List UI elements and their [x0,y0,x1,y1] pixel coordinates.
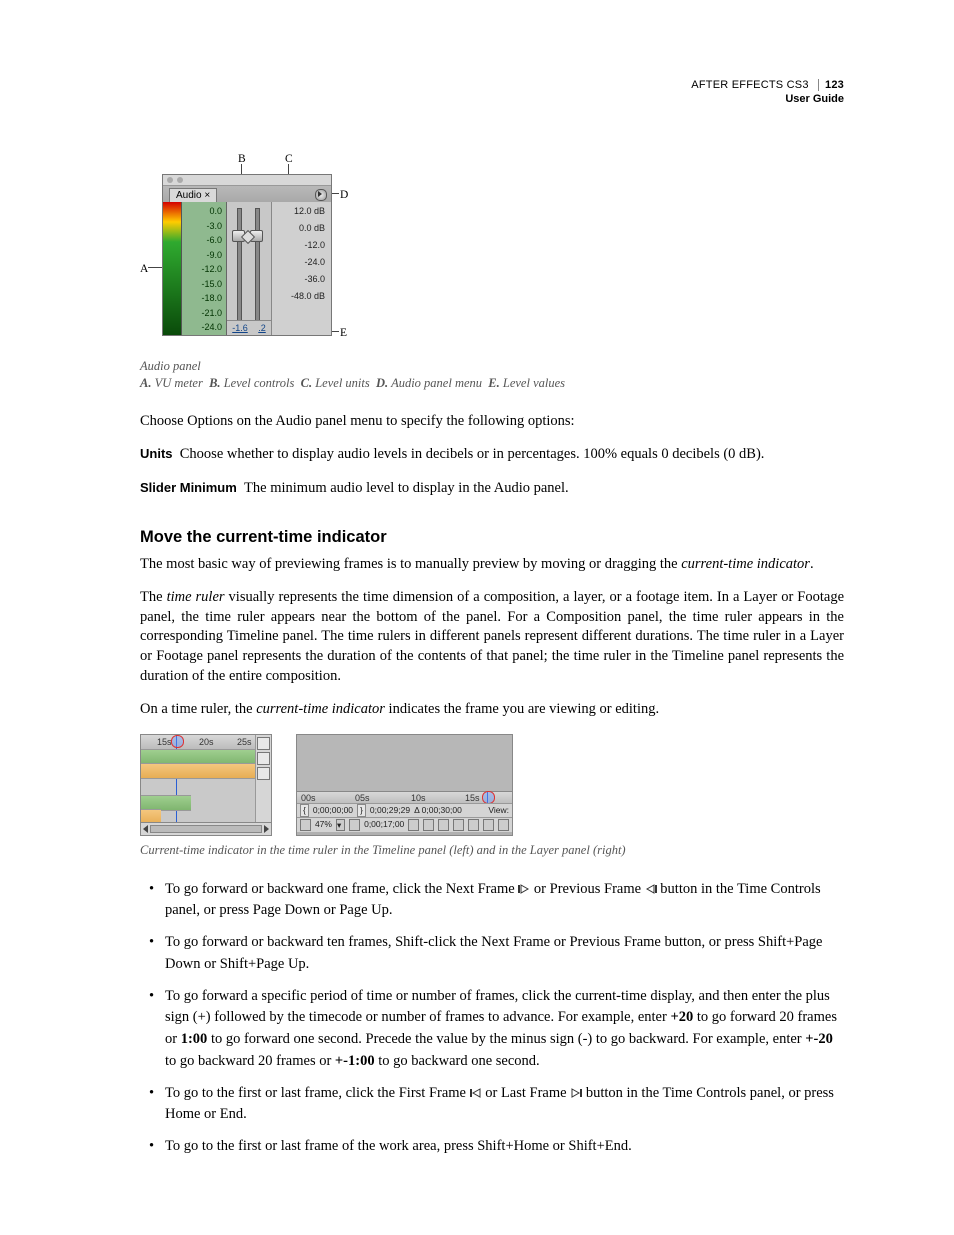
first-frame-icon [470,1088,482,1101]
next-frame-icon [518,884,530,897]
list-item: To go forward or backward ten frames, Sh… [145,932,844,976]
grid-icon[interactable] [349,819,360,831]
product-name: AFTER EFFECTS CS3 [691,79,808,91]
audio-panel-figure: A B C D E Audio × [140,152,350,352]
scroll-left-icon[interactable] [143,825,148,833]
list-item: To go forward a specific period of time … [145,986,844,1073]
level-sliders[interactable]: -1.6 .2 [227,202,272,335]
current-time[interactable]: 0;00;17;00 [364,819,404,830]
cti-figure: 15s 20s 25s 00s [140,734,844,836]
comp-switch[interactable] [257,752,270,765]
duration: Δ 0;00;30;00 [414,805,462,816]
comp-switch[interactable] [257,767,270,780]
last-frame-icon [570,1088,582,1101]
show-snapshot-icon[interactable] [423,819,434,831]
zoom-value[interactable]: 47% [315,819,332,830]
timeline-panel: 15s 20s 25s [140,734,272,836]
list-item: To go to the first or last frame of the … [145,1136,844,1158]
intro-paragraph: Choose Options on the Audio panel menu t… [140,412,844,432]
audio-panel: Audio × 0.0 -3.0 -6.0 -9.0 -12.0 -15.0 - [162,174,332,336]
layer-panel: 00s 05s 10s 15s { 0;00;00;00 } 0;00;29;2… [296,734,513,836]
audio-panel-menu[interactable] [315,189,327,201]
layer-preview [297,735,512,791]
timeline-ruler[interactable]: 15s 20s 25s [141,735,271,750]
region-icon[interactable] [468,819,479,831]
section-p2: The time ruler visually represents the t… [140,588,844,686]
units-option: Units Choose whether to display audio le… [140,445,844,465]
pixel-aspect-icon[interactable] [498,819,509,831]
doc-subtitle: User Guide [691,92,844,106]
in-point[interactable]: 0;00;00;00 [313,805,353,816]
callout-e: E [340,326,347,342]
previous-frame-icon [645,884,657,897]
magnify-icon[interactable] [300,819,311,831]
page-number: 123 [818,79,844,91]
section-heading: Move the current-time indicator [140,526,844,548]
db-scale: 0.0 -3.0 -6.0 -9.0 -12.0 -15.0 -18.0 -21… [182,202,227,335]
snapshot-icon[interactable] [408,819,419,831]
list-item: To go forward or backward one frame, cli… [145,879,844,923]
zoom-slider[interactable] [150,825,262,833]
scroll-right-icon[interactable] [264,825,269,833]
window-titlebar [163,175,331,186]
in-point-bracket-icon[interactable]: { [300,804,309,817]
view-label: View: [488,805,509,816]
right-level-readout[interactable]: .2 [258,322,266,334]
out-point[interactable]: 0;00;29;29 [370,805,410,816]
instruction-list: To go forward or backward one frame, cli… [140,879,844,1158]
comp-switch[interactable] [257,737,270,750]
page-header: AFTER EFFECTS CS3 123 User Guide [691,78,844,107]
transparency-grid-icon[interactable] [483,819,494,831]
callout-a: A [140,262,148,278]
callout-d: D [340,188,348,204]
figure1-caption: Audio panel A. VU meter B. Level control… [140,358,844,392]
reset-exposure-icon[interactable] [453,819,464,831]
dropdown-icon[interactable]: ▾ [336,819,345,831]
section-p1: The most basic way of previewing frames … [140,555,844,575]
figure2-caption: Current-time indicator in the time ruler… [140,842,844,859]
vu-meter [163,202,182,335]
layer-bar[interactable] [141,763,256,779]
slider-min-option: Slider Minimum The minimum audio level t… [140,479,844,499]
play-icon [318,191,322,197]
channel-icon[interactable] [438,819,449,831]
level-values: 12.0 dB 0.0 dB -12.0 -24.0 -36.0 -48.0 d… [272,202,331,335]
section-p3: On a time ruler, the current-time indica… [140,700,844,720]
left-level-readout[interactable]: -1.6 [232,322,248,334]
out-point-bracket-icon[interactable]: } [357,804,366,817]
list-item: To go to the first or last frame, click … [145,1083,844,1127]
layer-cti[interactable] [487,791,488,803]
